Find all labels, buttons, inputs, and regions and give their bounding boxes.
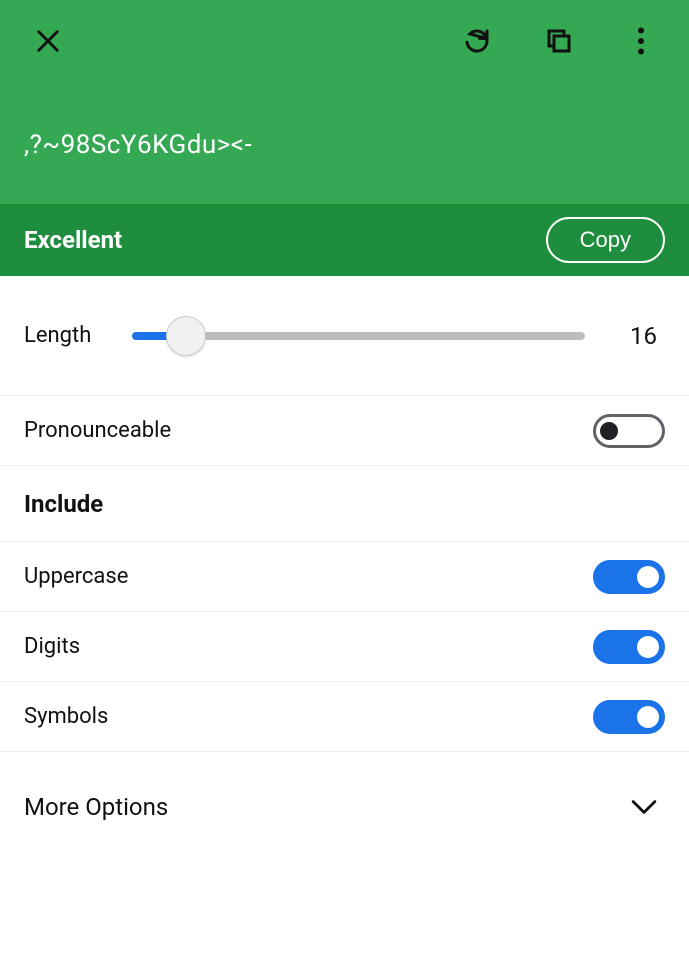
pronounceable-row: Pronounceable [0,396,689,466]
symbols-toggle[interactable] [593,700,665,734]
settings-panel: Length 16 Pronounceable Include Uppercas… [0,276,689,862]
copy-button[interactable]: Copy [546,217,665,263]
length-row: Length 16 [0,276,689,396]
include-header: Include [0,466,689,542]
digits-toggle[interactable] [593,630,665,664]
generated-password-area: ,?~98ScY6KGdu><- [0,76,689,204]
symbols-row: Symbols [0,682,689,752]
pronounceable-label: Pronounceable [24,418,171,443]
uppercase-row: Uppercase [0,542,689,612]
length-label: Length [24,323,124,348]
more-options-row[interactable]: More Options [0,752,689,862]
top-toolbar [0,0,689,76]
length-slider[interactable] [132,312,585,360]
more-menu-icon[interactable] [617,17,665,65]
digits-row: Digits [0,612,689,682]
more-options-label: More Options [24,793,168,821]
strength-label: Excellent [24,226,122,254]
refresh-icon[interactable] [453,17,501,65]
header: ,?~98ScY6KGdu><- Excellent Copy [0,0,689,276]
length-value: 16 [605,322,665,350]
chevron-down-icon [631,799,657,815]
pronounceable-toggle[interactable] [593,414,665,448]
uppercase-toggle[interactable] [593,560,665,594]
digits-label: Digits [24,634,80,659]
uppercase-label: Uppercase [24,564,128,589]
close-icon[interactable] [24,17,72,65]
symbols-label: Symbols [24,704,108,729]
strength-bar: Excellent Copy [0,204,689,276]
generated-password: ,?~98ScY6KGdu><- [24,130,665,160]
copy-icon[interactable] [535,17,583,65]
